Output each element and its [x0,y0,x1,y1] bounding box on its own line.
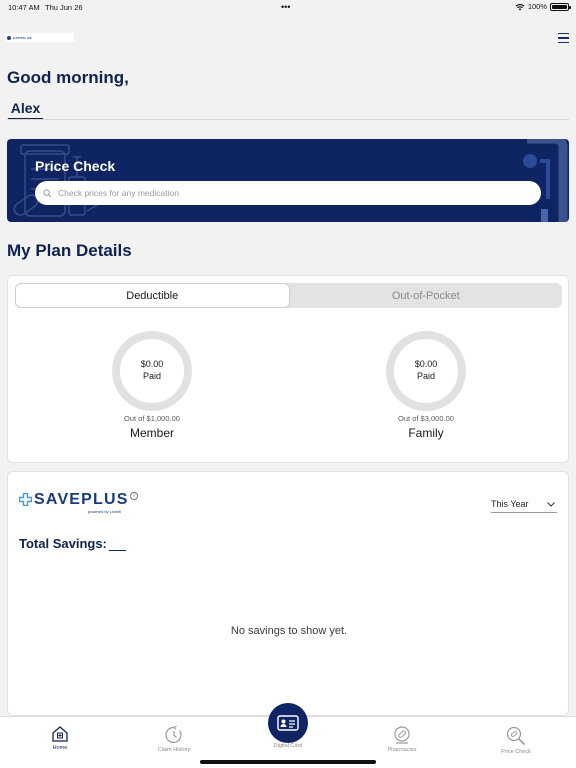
battery-icon [550,2,571,11]
total-savings-value [109,536,126,551]
saveplus-brand-text: SAVEPLUS [34,491,129,508]
greeting-text: Good morning, [7,68,129,87]
search-icon [43,188,52,197]
wifi-icon [515,3,525,10]
saveplus-powered-by: powered by Liviniti [88,509,121,514]
pharmacy-icon [394,726,410,744]
home-icon [52,726,68,742]
tab-price-check-label: Price Check [501,749,531,755]
plan-segmented-control: Deductible Out-of-Pocket [15,283,562,308]
member-label: Member [129,426,174,440]
member-paid-label: Paid [142,371,161,381]
tab-claim-history-label: Claim History [157,747,191,753]
total-savings-label: Total Savings: [19,536,107,551]
price-search-icon [506,726,526,746]
member-deductible-gauge: $0.00 Paid Out of $1,000.00 Member [110,329,194,440]
tab-deductible[interactable]: Deductible [15,283,290,308]
clock-history-icon [165,725,182,744]
multitasking-dots[interactable]: ••• [281,2,290,12]
no-savings-message: No savings to show yet. [230,625,348,637]
savings-period-value: This Year [491,499,529,509]
hamburger-menu-icon[interactable] [558,33,569,43]
medication-search-field[interactable] [35,181,541,205]
price-check-banner: Price Check [7,139,569,222]
plan-details-title: My Plan Details [7,241,132,260]
home-indicator[interactable] [200,760,376,764]
logo-mark-icon [7,35,11,40]
tab-pharmacies-label: Pharmacies [387,747,417,753]
id-card-icon [277,715,299,731]
member-out-of-total: Out of $1,000.00 [124,414,180,423]
saveplus-info-icon[interactable]: i [130,492,138,500]
status-right: 100% [515,2,571,11]
chevron-down-icon [547,501,555,507]
tab-digital-card-label: Digital Card [273,743,303,749]
family-label: Family [408,426,444,440]
battery-percent: 100% [527,2,547,11]
tab-home-label: Home [52,745,68,751]
member-paid-amount: $0.00 [140,359,164,369]
tab-claim-history[interactable]: Claim History [134,725,214,753]
profile-tab-alex[interactable]: Alex [8,100,43,120]
tab-out-of-pocket[interactable]: Out-of-Pocket [290,283,563,308]
price-check-title: Price Check [35,158,116,174]
status-date: Thu Jun 26 [45,3,83,12]
status-time: 10:47 AM [8,3,40,12]
plan-details-card: Deductible Out-of-Pocket $0.00 Paid Out … [7,275,569,463]
digital-card-button[interactable] [268,703,308,743]
family-deductible-gauge: $0.00 Paid Out of $3,000.00 Family [384,329,468,440]
logo-text: CAPITAL RX [13,35,32,40]
tab-pharmacies[interactable]: Pharmacies [362,725,442,753]
medication-search-input[interactable] [58,188,518,198]
app-header: CAPITAL RX [0,28,576,48]
brand-logo: CAPITAL RX [5,33,74,42]
saveplus-card: SAVEPLUS i powered by Liviniti This Year… [7,471,569,716]
family-out-of-total: Out of $3,000.00 [398,414,454,423]
family-paid-label: Paid [416,371,435,381]
status-bar: 10:47 AM Thu Jun 26 ••• 100% [0,0,576,14]
tab-price-check[interactable]: Price Check [476,725,556,755]
profile-divider [7,119,569,120]
family-paid-amount: $0.00 [414,359,438,369]
savings-period-select[interactable]: This Year [491,496,557,513]
tab-home[interactable]: Home [20,725,100,751]
saveplus-cross-icon [19,493,32,506]
